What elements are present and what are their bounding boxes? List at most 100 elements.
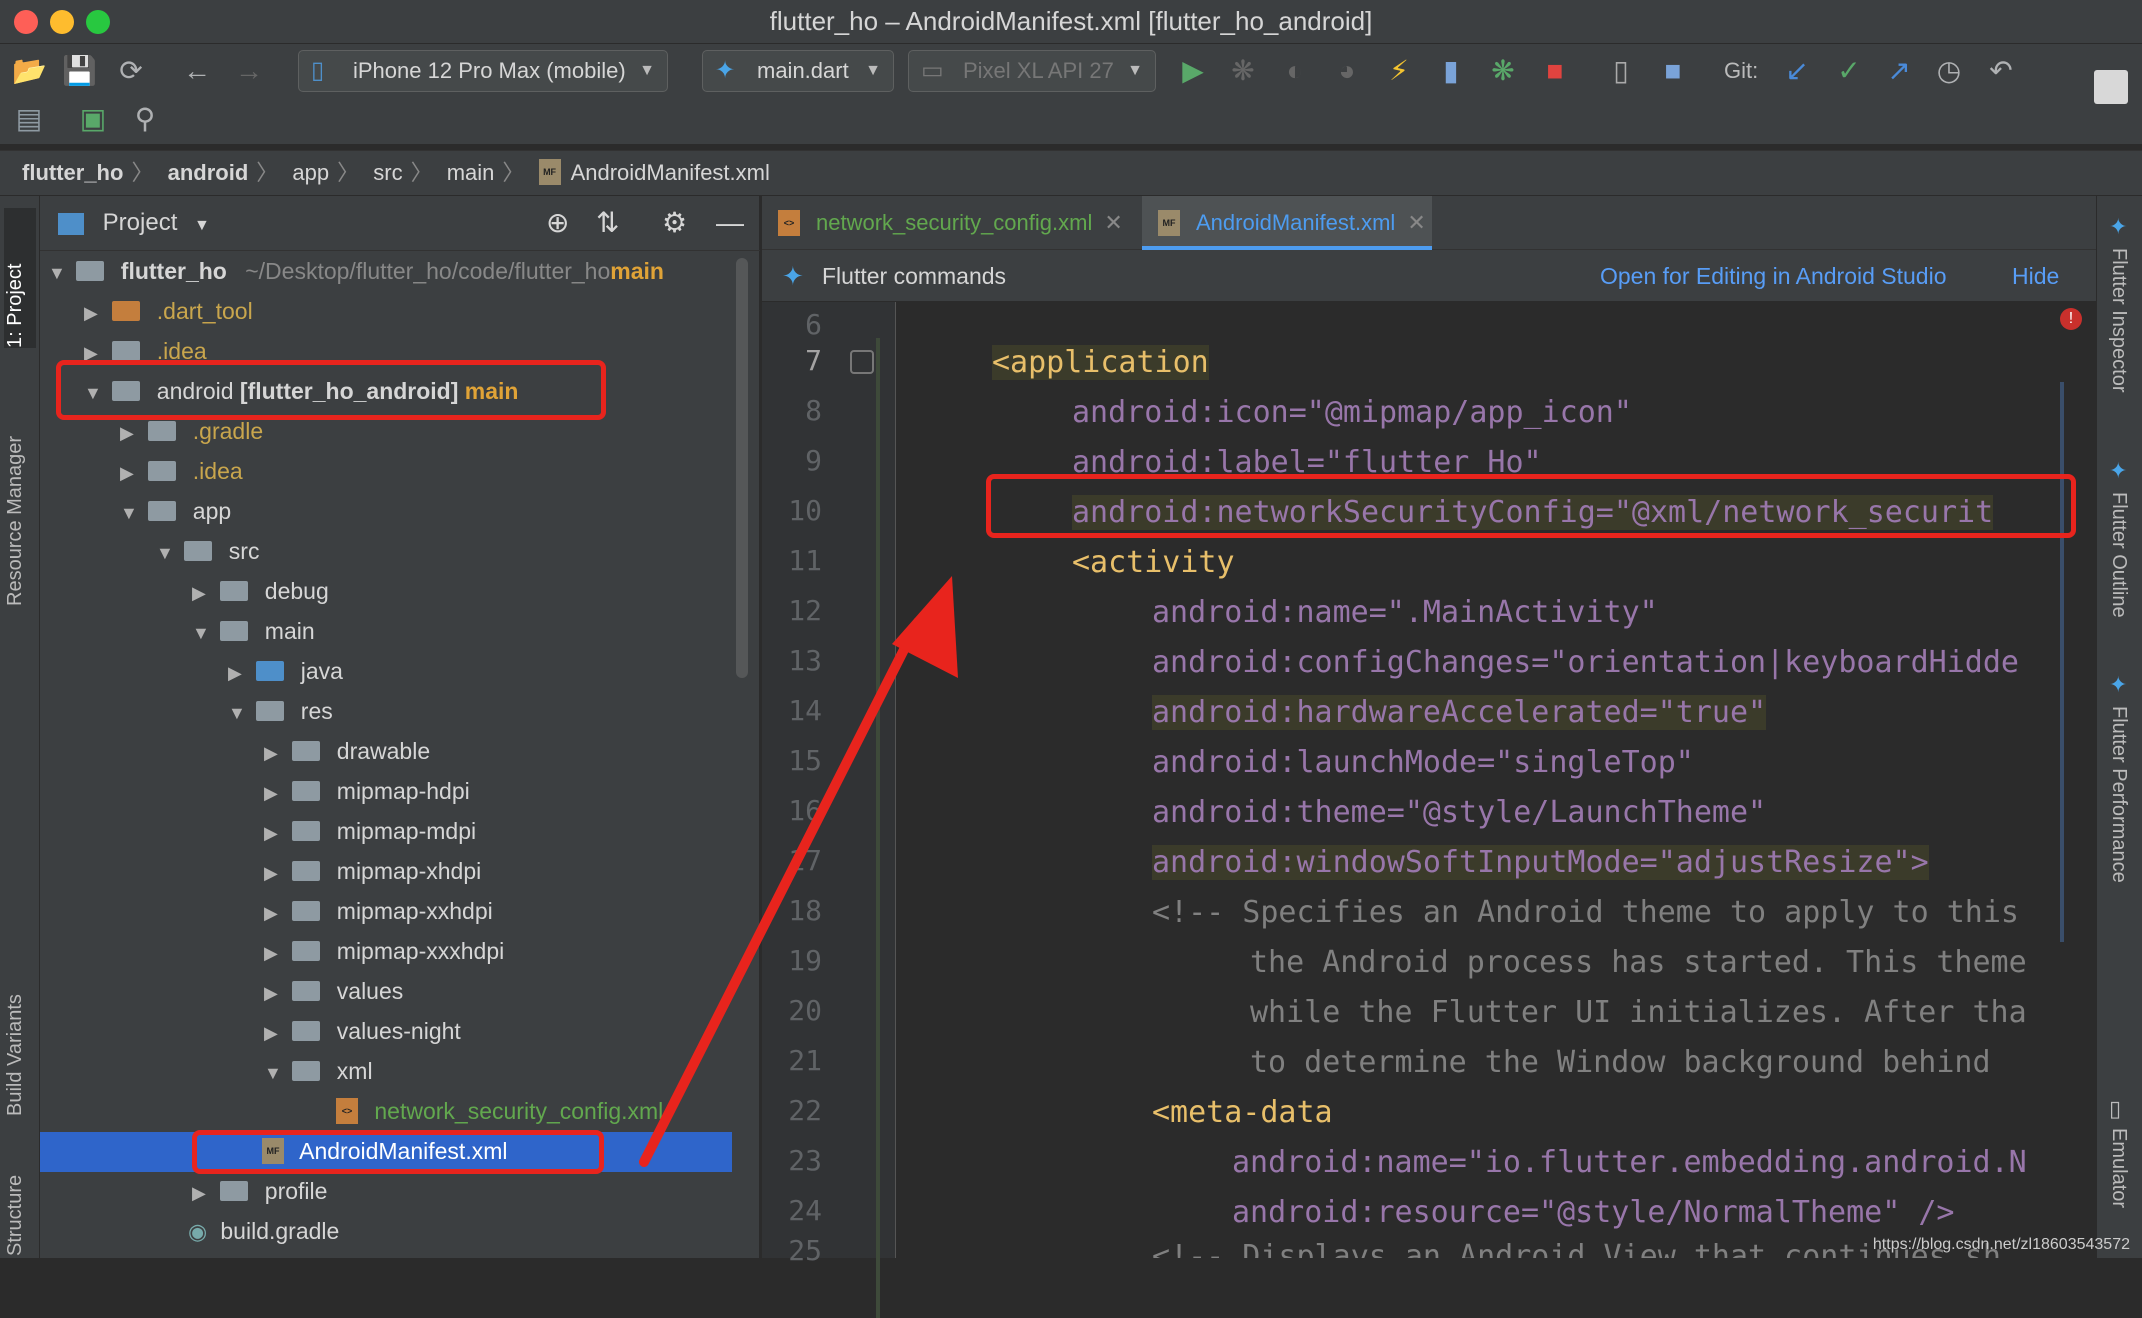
expand-arrow-icon[interactable]: ▶: [264, 893, 286, 933]
git-update-icon[interactable]: ↙: [1780, 54, 1814, 88]
terminal-icon[interactable]: ▣: [76, 102, 110, 136]
device-selector[interactable]: ▯ iPhone 12 Pro Max (mobile) ▼: [298, 50, 668, 92]
expand-arrow-icon[interactable]: ▶: [264, 973, 286, 1013]
profile-icon[interactable]: ◕: [1330, 54, 1364, 88]
breadcrumb-item[interactable]: main: [447, 160, 495, 185]
rollback-icon[interactable]: ↶: [1984, 54, 2018, 88]
emulator-selector[interactable]: ▭ Pixel XL API 27 ▼: [908, 50, 1156, 92]
gear-icon[interactable]: ⚙: [662, 196, 687, 250]
stop-icon[interactable]: ■: [1538, 54, 1572, 88]
tree-node-build-gradle[interactable]: ◉ build.gradle: [188, 1211, 339, 1251]
git-push-icon[interactable]: ↗: [1882, 54, 1916, 88]
tree-node-res[interactable]: ▼ res: [228, 691, 333, 731]
history-icon[interactable]: ◷: [1932, 54, 1966, 88]
folder-icon: [292, 1060, 321, 1081]
fold-icon[interactable]: [850, 350, 874, 374]
attach-debugger-icon[interactable]: ❋: [1486, 54, 1520, 88]
tree-node-src[interactable]: ▼ src: [156, 531, 259, 571]
expand-arrow-icon[interactable]: ▶: [228, 653, 250, 693]
expand-arrow-icon[interactable]: ▶: [192, 1173, 214, 1213]
folder-icon: [292, 940, 321, 961]
tree-node-mipmap-xhdpi[interactable]: ▶ mipmap-xhdpi: [264, 851, 481, 891]
tree-node-profile[interactable]: ▶ profile: [192, 1171, 327, 1211]
search-icon[interactable]: ⚲: [128, 102, 162, 136]
git-commit-icon[interactable]: ✓: [1832, 54, 1866, 88]
expand-arrow-icon[interactable]: ▼: [228, 693, 250, 733]
breadcrumb-item[interactable]: src: [373, 160, 402, 185]
expand-arrow-icon[interactable]: ▶: [264, 1013, 286, 1053]
expand-arrow-icon[interactable]: ▶: [264, 813, 286, 853]
expand-arrow-icon[interactable]: ▶: [264, 733, 286, 773]
code-editor[interactable]: <application android:icon="@mipmap/app_i…: [896, 302, 2096, 1258]
project-structure-icon[interactable]: ▤: [12, 102, 46, 136]
tree-node-mipmap-hdpi[interactable]: ▶ mipmap-hdpi: [264, 771, 470, 811]
tool-tab-resource-manager[interactable]: Resource Manager: [4, 386, 36, 606]
tree-node-mipmap-xxhdpi[interactable]: ▶ mipmap-xxhdpi: [264, 891, 493, 931]
tree-node-java[interactable]: ▶ java: [228, 651, 343, 691]
tree-node-xml[interactable]: ▼ xml: [264, 1051, 373, 1091]
expand-arrow-icon[interactable]: ▶: [192, 573, 214, 613]
expand-arrow-icon[interactable]: ▼: [120, 493, 142, 533]
coverage-icon[interactable]: ◐: [1278, 54, 1312, 88]
sdk-manager-icon[interactable]: ■: [1656, 54, 1690, 88]
annotation-box-android-module: [56, 360, 606, 420]
minimize-icon[interactable]: —: [716, 196, 744, 250]
hide-link[interactable]: Hide: [2012, 250, 2059, 302]
save-icon[interactable]: 💾: [62, 54, 97, 88]
open-folder-icon[interactable]: 📂: [12, 54, 47, 88]
chevron-down-icon[interactable]: ▼: [194, 217, 210, 234]
tree-node-mipmap-mdpi[interactable]: ▶ mipmap-mdpi: [264, 811, 476, 851]
close-tab-icon[interactable]: ✕: [1407, 210, 1425, 235]
tree-node-debug[interactable]: ▶ debug: [192, 571, 329, 611]
tree-node-app[interactable]: ▼ app: [120, 491, 231, 531]
locate-icon[interactable]: ⊕: [546, 196, 569, 250]
back-arrow-icon[interactable]: ←: [180, 54, 214, 88]
forward-arrow-icon[interactable]: →: [232, 54, 266, 88]
run-icon[interactable]: ▶: [1176, 54, 1210, 88]
breadcrumb-item[interactable]: app: [292, 160, 329, 185]
tree-node-values[interactable]: ▶ values: [264, 971, 403, 1011]
expand-arrow-icon[interactable]: ▶: [120, 453, 142, 493]
close-tab-icon[interactable]: ✕: [1104, 210, 1122, 235]
tree-node-android-idea[interactable]: ▶ .idea: [120, 451, 243, 491]
expand-arrow-icon[interactable]: ▼: [156, 533, 178, 573]
folder-icon: [220, 580, 249, 601]
expand-arrow-icon[interactable]: ▶: [264, 773, 286, 813]
tool-tab-project[interactable]: 1: Project: [4, 208, 36, 348]
open-in-android-studio-link[interactable]: Open for Editing in Android Studio: [1600, 250, 1947, 302]
project-panel-title[interactable]: Project: [103, 209, 178, 236]
breadcrumb-item[interactable]: android: [168, 160, 249, 185]
tool-tab-flutter-performance[interactable]: Flutter Performance: [2107, 706, 2130, 936]
tool-tab-flutter-outline[interactable]: Flutter Outline: [2107, 492, 2130, 662]
debug-icon[interactable]: ❋: [1226, 54, 1260, 88]
tree-node-values-night[interactable]: ▶ values-night: [264, 1011, 461, 1051]
tab-android-manifest[interactable]: MF AndroidManifest.xml ✕: [1142, 196, 1432, 250]
breadcrumb-item[interactable]: AndroidManifest.xml: [571, 160, 770, 185]
hot-restart-icon[interactable]: ▮: [1434, 54, 1468, 88]
tool-tab-build-variants[interactable]: Build Variants: [4, 936, 36, 1116]
collapse-all-icon[interactable]: ⇅: [596, 196, 619, 250]
sync-icon[interactable]: ⟳: [114, 54, 148, 88]
expand-arrow-icon[interactable]: ▼: [264, 1053, 286, 1093]
tab-network-security-config[interactable]: <> network_security_config.xml ✕: [762, 196, 1134, 250]
tree-node-dart-tool[interactable]: ▶ .dart_tool: [84, 291, 253, 331]
tool-tab-flutter-inspector[interactable]: Flutter Inspector: [2107, 248, 2130, 448]
annotation-box-network-security-config: [986, 474, 2076, 538]
hot-reload-icon[interactable]: ⚡: [1382, 54, 1416, 88]
expand-arrow-icon[interactable]: ▶: [264, 933, 286, 973]
expand-arrow-icon[interactable]: ▼: [48, 253, 70, 293]
user-avatar[interactable]: [2094, 70, 2128, 104]
tool-tab-structure[interactable]: Structure: [4, 1156, 36, 1256]
expand-arrow-icon[interactable]: ▼: [192, 613, 214, 653]
tree-node-mipmap-xxxhdpi[interactable]: ▶ mipmap-xxxhdpi: [264, 931, 504, 971]
tool-tab-emulator[interactable]: Emulator: [2107, 1128, 2130, 1248]
breadcrumb-item[interactable]: flutter_ho: [22, 160, 123, 185]
run-config-selector[interactable]: ✦ main.dart ▼: [702, 50, 894, 92]
expand-arrow-icon[interactable]: ▶: [264, 853, 286, 893]
tree-node-main[interactable]: ▼ main: [192, 611, 315, 651]
expand-arrow-icon[interactable]: ▶: [84, 293, 106, 333]
tree-node-root[interactable]: ▼ flutter_ho ~/Desktop/flutter_ho/code/f…: [48, 251, 664, 291]
error-indicator-icon[interactable]: !: [2060, 308, 2082, 330]
tree-node-drawable[interactable]: ▶ drawable: [264, 731, 430, 771]
device-manager-icon[interactable]: ▯: [1604, 54, 1638, 88]
